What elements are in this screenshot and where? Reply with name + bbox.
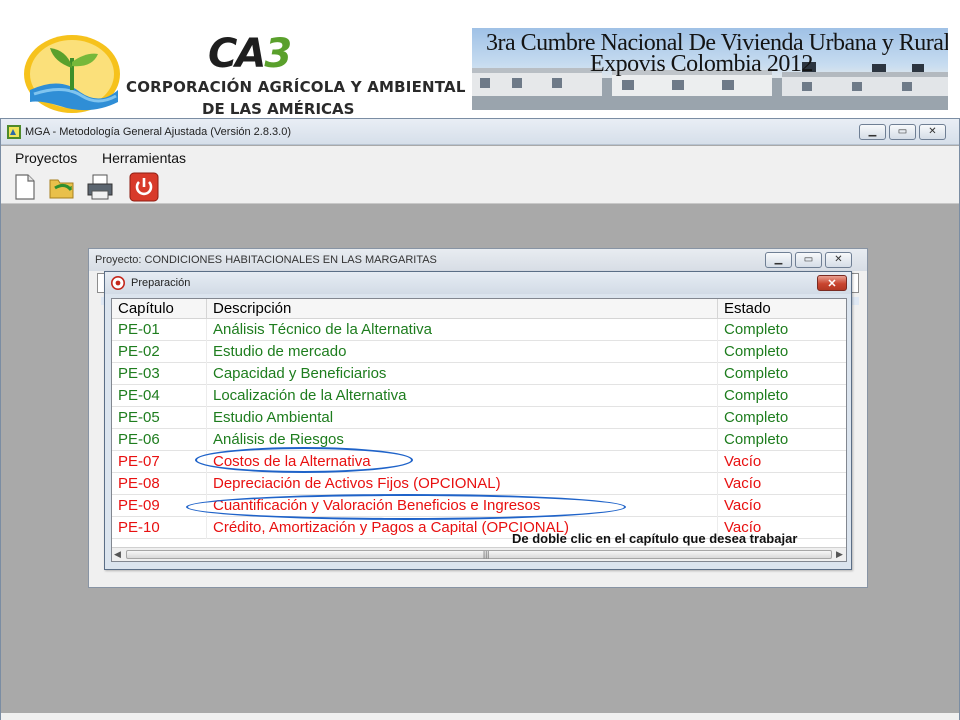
menu-herramientas[interactable]: Herramientas [102, 150, 186, 166]
highlight-ellipse-pe07 [195, 447, 413, 473]
power-icon[interactable] [129, 172, 159, 202]
description-cell: Estudio Ambiental [207, 407, 718, 429]
dialog-title: Preparación [131, 277, 191, 289]
table-row[interactable]: PE-08 Depreciación de Activos Fijos (OPCI… [112, 473, 846, 495]
column-header-chapter[interactable]: Capítulo [112, 299, 207, 319]
org-name-line2: DE LAS AMÉRICAS [202, 100, 355, 118]
status-bar [1, 713, 959, 720]
close-icon: ✕ [827, 277, 837, 290]
horizontal-scrollbar[interactable]: ◀ ||| ▶ [112, 547, 846, 561]
chapters-grid: Capítulo Descripción Estado PE-01 Análisi… [111, 298, 847, 562]
grid-header: Capítulo Descripción Estado [112, 299, 846, 319]
status-cell: Completo [718, 341, 846, 363]
status-cell: Vacío [718, 451, 846, 473]
grid-hint: De doble clic en el capítulo que desea t… [512, 531, 798, 546]
minimize-icon: ▁ [868, 126, 877, 137]
close-icon: ✕ [928, 126, 937, 137]
presentation-slide: CA3 CORPORACIÓN AGRÍCOLA Y AMBIENTAL DE … [0, 0, 960, 720]
chapter-cell: PE-04 [112, 385, 207, 407]
app-titlebar[interactable]: MGA - Metodología General Ajustada (Vers… [1, 119, 959, 145]
chapter-cell: PE-06 [112, 429, 207, 451]
menu-proyectos[interactable]: Proyectos [15, 150, 77, 166]
chapter-cell: PE-01 [112, 319, 207, 341]
open-folder-icon[interactable] [47, 172, 77, 202]
status-cell: Vacío [718, 473, 846, 495]
status-cell: Completo [718, 385, 846, 407]
description-cell: Localización de la Alternativa [207, 385, 718, 407]
table-row[interactable]: PE-01 Análisis Técnico de la Alternativa C… [112, 319, 846, 341]
project-maximize-button[interactable]: ▭ [795, 252, 822, 268]
app-title: MGA - Metodología General Ajustada (Vers… [25, 126, 291, 138]
org-logo: CA3 CORPORACIÓN AGRÍCOLA Y AMBIENTAL DE … [18, 28, 465, 120]
status-cell: Completo [718, 363, 846, 385]
scroll-thumb[interactable]: ||| [126, 550, 832, 559]
maximize-button[interactable]: ▭ [889, 124, 916, 140]
description-cell: Análisis Técnico de la Alternativa [207, 319, 718, 341]
chapter-cell: PE-05 [112, 407, 207, 429]
status-cell: Completo [718, 429, 846, 451]
minimize-button[interactable]: ▁ [859, 124, 886, 140]
event-banner: 3ra Cumbre Nacional De Vivienda Urbana y… [472, 28, 948, 110]
table-row[interactable]: PE-03 Capacidad y Beneficiarios Completo [112, 363, 846, 385]
project-window-controls: ▁ ▭ ✕ [765, 252, 852, 268]
table-row[interactable]: PE-02 Estudio de mercado Completo [112, 341, 846, 363]
project-titlebar[interactable]: Proyecto: CONDICIONES HABITACIONALES EN … [89, 249, 867, 271]
maximize-icon: ▭ [897, 126, 908, 137]
scroll-right-icon[interactable]: ▶ [836, 549, 843, 560]
chapter-cell: PE-08 [112, 473, 207, 495]
grip-icon: ||| [483, 550, 490, 559]
status-cell: Vacío [718, 495, 846, 517]
column-header-status[interactable]: Estado [718, 299, 846, 319]
project-minimize-button[interactable]: ▁ [765, 252, 792, 268]
new-document-icon[interactable] [9, 172, 39, 202]
project-title: Proyecto: CONDICIONES HABITACIONALES EN … [95, 254, 437, 266]
description-cell: Estudio de mercado [207, 341, 718, 363]
menu-bar: Proyectos Herramientas [1, 146, 959, 170]
chapter-cell: PE-10 [112, 517, 207, 539]
preparacion-dialog: Preparación ✕ Capítulo Descripción Estad… [104, 271, 852, 570]
project-close-button[interactable]: ✕ [825, 252, 852, 268]
brand-wordmark: CA3 [208, 31, 292, 77]
highlight-ellipse-pe09 [186, 494, 626, 520]
chapter-cell: PE-03 [112, 363, 207, 385]
org-name-line1: CORPORACIÓN AGRÍCOLA Y AMBIENTAL [126, 78, 466, 96]
table-row[interactable]: PE-06 Análisis de Riesgos Completo [112, 429, 846, 451]
event-subtitle: Expovis Colombia 2012 [590, 51, 813, 77]
minimize-icon: ▁ [774, 254, 783, 265]
column-header-description[interactable]: Descripción [207, 299, 718, 319]
close-icon: ✕ [834, 254, 843, 265]
sun-plant-logo-icon [24, 35, 120, 113]
dialog-close-button[interactable]: ✕ [817, 275, 847, 291]
toolbar [1, 170, 959, 204]
description-cell: Depreciación de Activos Fijos (OPCIONAL) [207, 473, 718, 495]
description-cell: Capacidad y Beneficiarios [207, 363, 718, 385]
scroll-left-icon[interactable]: ◀ [114, 549, 121, 560]
close-button[interactable]: ✕ [919, 124, 946, 140]
dialog-titlebar[interactable]: Preparación ✕ [105, 272, 851, 294]
table-row[interactable]: PE-04 Localización de la Alternativa Compl… [112, 385, 846, 407]
app-logo-icon [7, 125, 21, 139]
printer-icon[interactable] [85, 172, 115, 202]
status-cell: Completo [718, 407, 846, 429]
chapter-cell: PE-02 [112, 341, 207, 363]
target-icon [111, 276, 125, 290]
status-cell: Completo [718, 319, 846, 341]
brand-number: 3 [264, 31, 292, 77]
maximize-icon: ▭ [803, 254, 814, 265]
app-window-controls: ▁ ▭ ✕ [859, 124, 946, 140]
table-row[interactable]: PE-05 Estudio Ambiental Completo [112, 407, 846, 429]
chapter-cell: PE-07 [112, 451, 207, 473]
